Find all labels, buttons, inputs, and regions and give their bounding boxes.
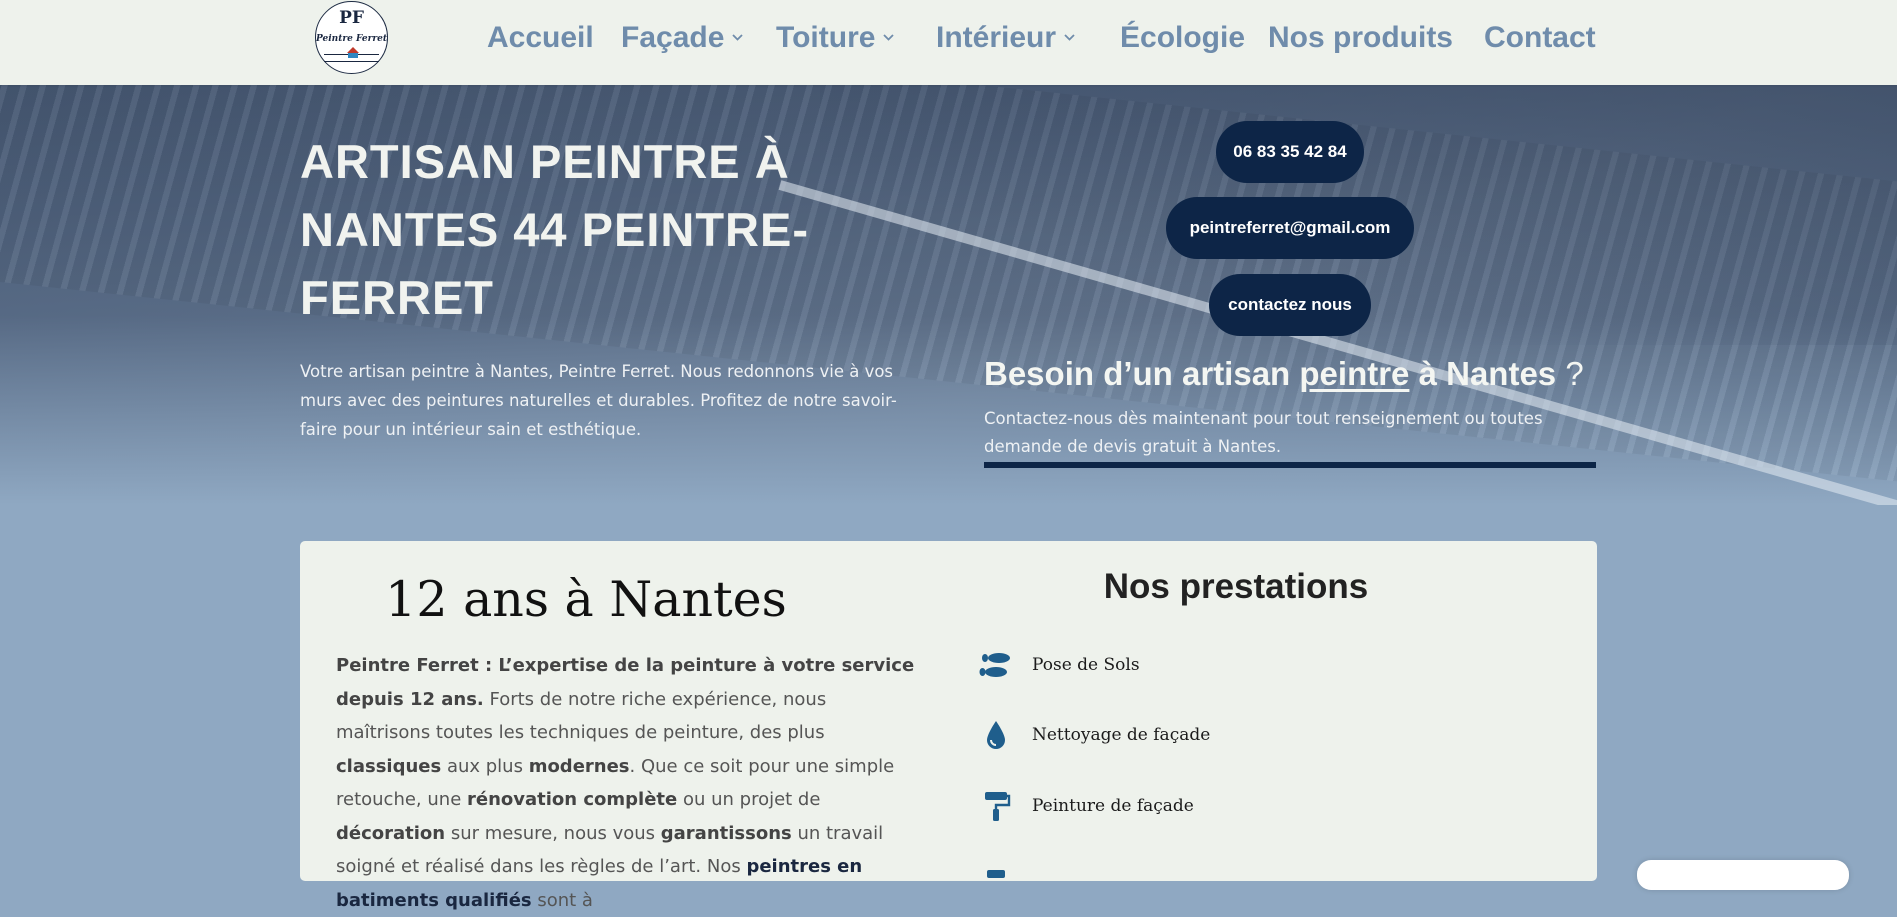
contact-us-button[interactable]: contactez nous	[1209, 274, 1371, 336]
hero-title: ARTISAN PEINTRE À NANTES 44 PEINTRE-FERR…	[300, 135, 809, 324]
water-drop-icon	[978, 717, 1014, 753]
service-label: Pose de Sols	[1032, 655, 1140, 675]
about-text: Peintre Ferret : L’expertise de la peint…	[336, 649, 916, 917]
service-item-next[interactable]	[978, 858, 1032, 894]
chevron-down-icon	[883, 29, 895, 44]
nav-item-ecologie[interactable]: Écologie	[1120, 18, 1245, 58]
nav-item-interieur[interactable]: Intérieur	[936, 18, 1075, 58]
phone-button[interactable]: 06 83 35 42 84	[1216, 121, 1364, 183]
about-text-part: ou un projet de	[677, 789, 821, 810]
service-item-sols[interactable]: Pose de Sols	[978, 647, 1140, 683]
need-title-prefix: Besoin d’un artisan	[984, 355, 1300, 392]
nav-item-contact[interactable]: Contact	[1484, 18, 1596, 58]
service-icon-partial	[978, 858, 1014, 894]
accent-divider	[984, 462, 1596, 468]
about-keyword: décoration	[336, 822, 446, 844]
nav-label: Contact	[1484, 21, 1596, 54]
service-item-nettoyage[interactable]: Nettoyage de façade	[978, 717, 1210, 753]
service-item-peinture-facade[interactable]: Peinture de façade	[978, 788, 1194, 824]
site-logo[interactable]: PF Peintre Ferret	[315, 1, 388, 74]
service-label: Peinture de façade	[1032, 796, 1194, 816]
chevron-down-icon	[732, 29, 744, 44]
painter-link[interactable]: peintre	[1299, 355, 1409, 392]
service-label: Nettoyage de façade	[1032, 725, 1211, 745]
services-heading: Nos prestations	[1103, 567, 1369, 606]
paint-roller-icon	[978, 788, 1014, 824]
need-title-suffix: à Nantes	[1409, 355, 1557, 392]
nav-item-toiture[interactable]: Toiture	[776, 18, 895, 58]
nav-label: Toiture	[776, 21, 876, 54]
need-painter-text: Contactez-nous dès maintenant pour tout …	[984, 409, 1543, 456]
chevron-down-icon	[1064, 29, 1075, 44]
nav-label: Intérieur	[936, 21, 1057, 54]
need-painter-heading: Besoin d’un artisan peintre à Nantes ?	[984, 355, 1624, 393]
need-title-mark: ?	[1556, 355, 1584, 392]
nav-label: Écologie	[1120, 21, 1246, 54]
hero-intro: Votre artisan peintre à Nantes, Peintre …	[300, 362, 897, 439]
email-button[interactable]: peintreferret@gmail.com	[1166, 197, 1414, 259]
about-keyword: garantissons	[660, 822, 792, 844]
nav-item-accueil[interactable]: Accueil	[487, 18, 594, 58]
logo-monogram: PF	[339, 8, 364, 28]
about-keyword: rénovation complète	[467, 789, 678, 810]
site-header: PF Peintre Ferret Accueil Façade Toiture…	[0, 0, 1897, 85]
about-keyword: modernes	[528, 755, 630, 777]
content-card: 12 ans à Nantes Peintre Ferret : L’exper…	[300, 541, 1597, 911]
years-heading: 12 ans à Nantes	[385, 571, 787, 628]
nav-label: Nos produits	[1268, 21, 1453, 54]
about-keyword: classiques	[336, 755, 442, 777]
logo-name: Peintre Ferret	[316, 34, 387, 44]
about-text-part: sont à	[531, 889, 593, 911]
nav-item-facade[interactable]: Façade	[621, 18, 744, 58]
nav-label: Façade	[621, 21, 725, 54]
about-text-part: aux plus	[441, 755, 529, 777]
logo-house-icon	[348, 53, 358, 58]
about-text-part: sur mesure, nous vous	[445, 822, 661, 844]
nav-item-nos-produits[interactable]: Nos produits	[1268, 18, 1453, 58]
footprints-icon	[978, 647, 1014, 683]
nav-label: Accueil	[487, 21, 594, 54]
